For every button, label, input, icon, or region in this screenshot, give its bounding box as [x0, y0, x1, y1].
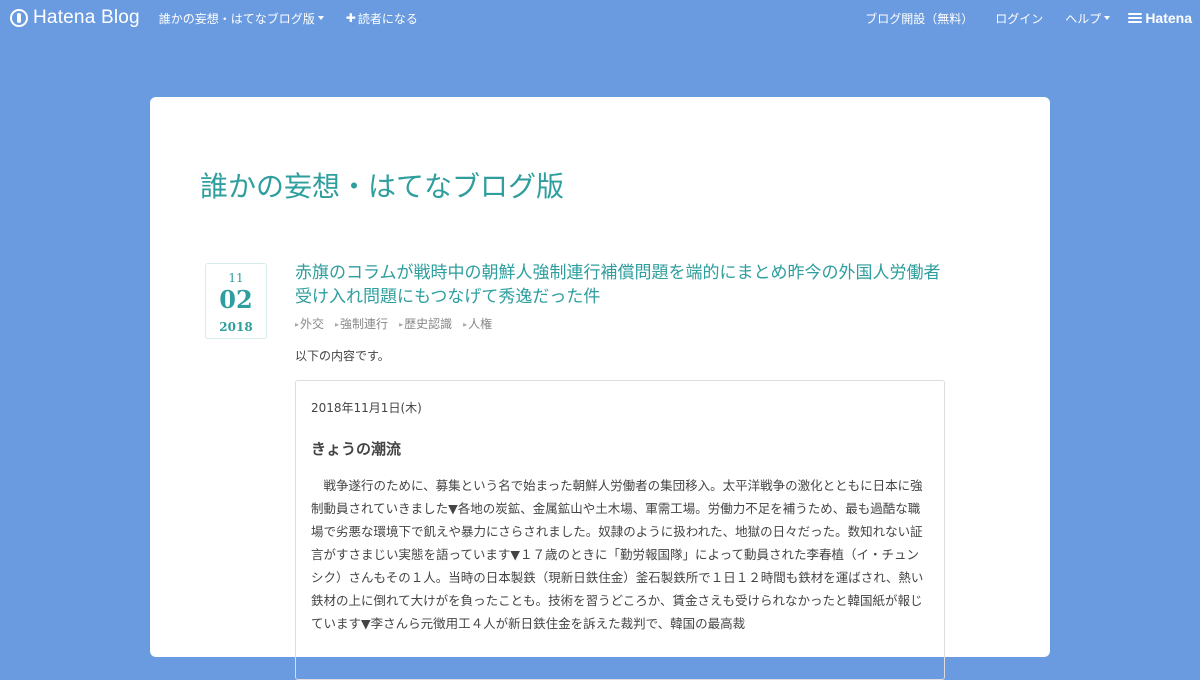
hatena-blog-pen-icon [10, 9, 28, 27]
category-link[interactable]: 強制連行 [335, 315, 388, 332]
hatena-logo[interactable]: Hatena [1128, 10, 1192, 26]
hatena-blog-logo[interactable]: Hatena Blog [10, 7, 140, 29]
blog-entry: 赤旗のコラムが戦時中の朝鮮人強制連行補償問題を端的にまとめ昨今の外国人労働者受け… [295, 261, 945, 680]
category-link[interactable]: 歴史認識 [399, 315, 452, 332]
blog-menu-label: 誰かの妄想・はてなブログ版 [158, 11, 315, 26]
entry-date[interactable]: 11 02 2018 [205, 263, 267, 339]
plus-icon: ✚ [345, 11, 356, 25]
category-link[interactable]: 人権 [463, 315, 492, 332]
entry-date-day: 02 [219, 285, 253, 314]
hatena-waves-icon [1128, 13, 1143, 23]
entry-categories: 外交 強制連行 歴史認識 人権 [295, 315, 945, 332]
login-link[interactable]: ログイン [995, 10, 1043, 27]
chevron-down-icon [1104, 16, 1111, 20]
category-link[interactable]: 外交 [295, 315, 324, 332]
quote-body: 戦争遂行のために、募集という名で始まった朝鮮人労働者の集団移入。太平洋戦争の激化… [311, 478, 924, 631]
hatena-logo-text: Hatena [1145, 10, 1192, 26]
entry-date-year: 2018 [219, 320, 253, 334]
chevron-down-icon [317, 16, 324, 20]
entry-title[interactable]: 赤旗のコラムが戦時中の朝鮮人強制連行補償問題を端的にまとめ昨今の外国人労働者受け… [295, 261, 945, 309]
quote-date: 2018年11月1日(木) [311, 401, 422, 415]
blog-container: 誰かの妄想・はてなブログ版 11 02 2018 赤旗のコラムが戦時中の朝鮮人強… [150, 97, 1050, 680]
entry-intro: 以下の内容です。 [295, 349, 390, 363]
global-header: Hatena Blog 誰かの妄想・はてなブログ版 ✚ 読者になる ブログ開設（… [0, 0, 1200, 36]
quote-heading: きょうの潮流 [311, 440, 402, 458]
subscribe-label: 読者になる [357, 11, 418, 26]
global-header-right: ブログ開設（無料） ログイン ヘルプ Hatena [865, 0, 1200, 36]
start-blog-link[interactable]: ブログ開設（無料） [865, 10, 973, 27]
help-label: ヘルプ [1065, 11, 1102, 26]
blog-menu-dropdown[interactable]: 誰かの妄想・はてなブログ版 [159, 10, 324, 27]
entry-date-month: 11 [228, 271, 244, 285]
quoted-article: 2018年11月1日(木) きょうの潮流 戦争遂行のために、募集という名で始まっ… [295, 380, 945, 680]
global-header-left: Hatena Blog 誰かの妄想・はてなブログ版 ✚ 読者になる [0, 0, 418, 36]
hatena-blog-logo-text: Hatena Blog [33, 7, 140, 28]
blog-title[interactable]: 誰かの妄想・はてなブログ版 [200, 165, 564, 205]
help-menu-dropdown[interactable]: ヘルプ [1065, 10, 1111, 27]
subscribe-button[interactable]: ✚ 読者になる [346, 10, 418, 27]
